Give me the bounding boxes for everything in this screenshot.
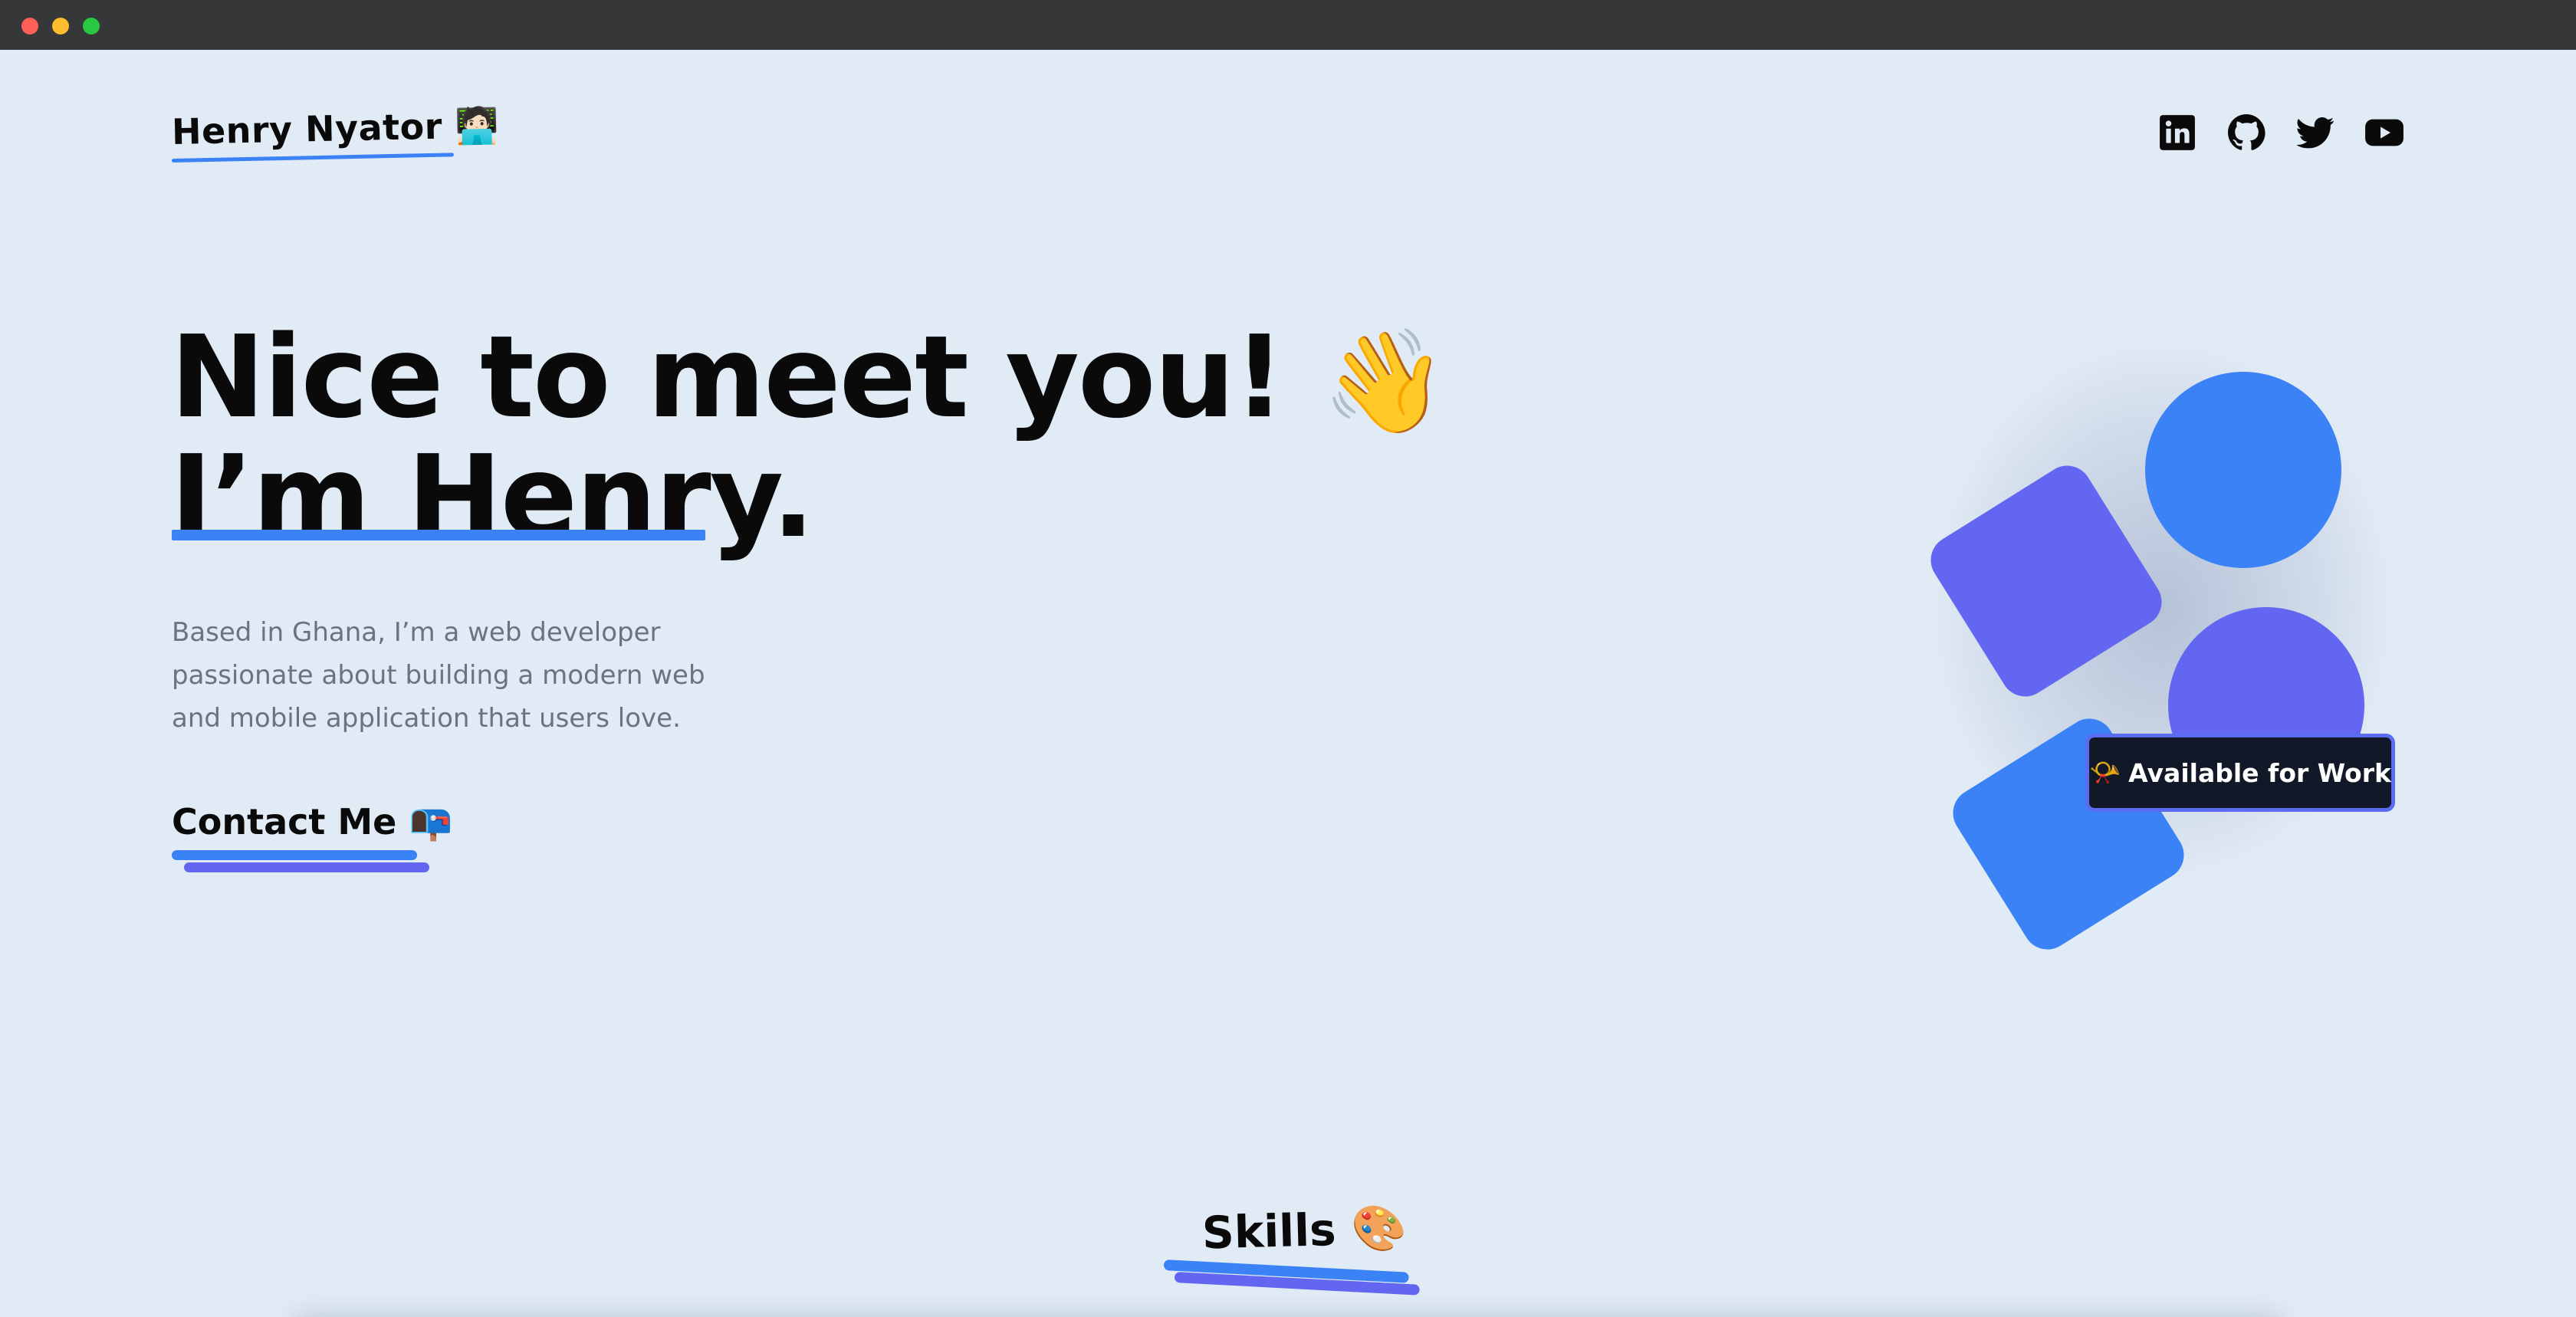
- hero-name-underline: [172, 530, 705, 540]
- blue-circle: [2145, 372, 2341, 568]
- mailbox-emoji: 📭: [409, 801, 453, 842]
- portfolio-page: Henry Nyator 🧑🏻‍💻: [0, 50, 2576, 1317]
- brand-underline: [171, 153, 454, 163]
- social-links: [2157, 113, 2404, 153]
- minimize-window-button[interactable]: [52, 18, 69, 34]
- intro-text: Based in Ghana, I’m a web developer pass…: [172, 617, 705, 734]
- maximize-window-button[interactable]: [83, 18, 100, 34]
- waving-hand-emoji: 👋: [1321, 323, 1447, 441]
- skills-section-header: Skills 🎨: [1163, 1202, 1420, 1296]
- youtube-icon: [2365, 119, 2404, 146]
- contact-underline-blue: [172, 850, 417, 860]
- contact-me-link[interactable]: Contact Me 📭: [172, 801, 453, 843]
- palette-emoji: 🎨: [1350, 1201, 1408, 1256]
- contact-underline-indigo: [184, 862, 429, 872]
- close-window-button[interactable]: [21, 18, 38, 34]
- youtube-link[interactable]: [2364, 113, 2404, 153]
- badge-label: Available for Work: [2128, 757, 2391, 788]
- hero-illustration: [1825, 280, 2453, 970]
- contact-label: Contact Me: [172, 801, 397, 842]
- available-for-work-badge[interactable]: 📯 Available for Work: [2085, 734, 2395, 812]
- linkedin-icon: [2160, 115, 2195, 150]
- skills-card-edge: [291, 1312, 2285, 1317]
- window-titlebar: [0, 0, 2576, 50]
- skills-title: Skills: [1201, 1203, 1337, 1260]
- hero-line-1: Nice to meet you! 👋: [170, 320, 1447, 441]
- linkedin-link[interactable]: [2157, 113, 2197, 153]
- hero-greeting: Nice to meet you!: [170, 311, 1285, 443]
- skills-heading: Skills 🎨: [1201, 1202, 1408, 1260]
- twitter-icon: [2296, 117, 2334, 149]
- brand-logo[interactable]: Henry Nyator 🧑🏻‍💻: [171, 104, 499, 153]
- github-link[interactable]: [2226, 113, 2266, 153]
- github-icon: [2228, 114, 2266, 150]
- horn-emoji: 📯: [2089, 757, 2121, 787]
- brand-emoji: 🧑🏻‍💻: [454, 104, 500, 147]
- hero-heading: Nice to meet you! 👋 I’m Henry.: [170, 320, 1447, 554]
- twitter-link[interactable]: [2295, 113, 2335, 153]
- brand-name: Henry Nyator: [171, 105, 443, 153]
